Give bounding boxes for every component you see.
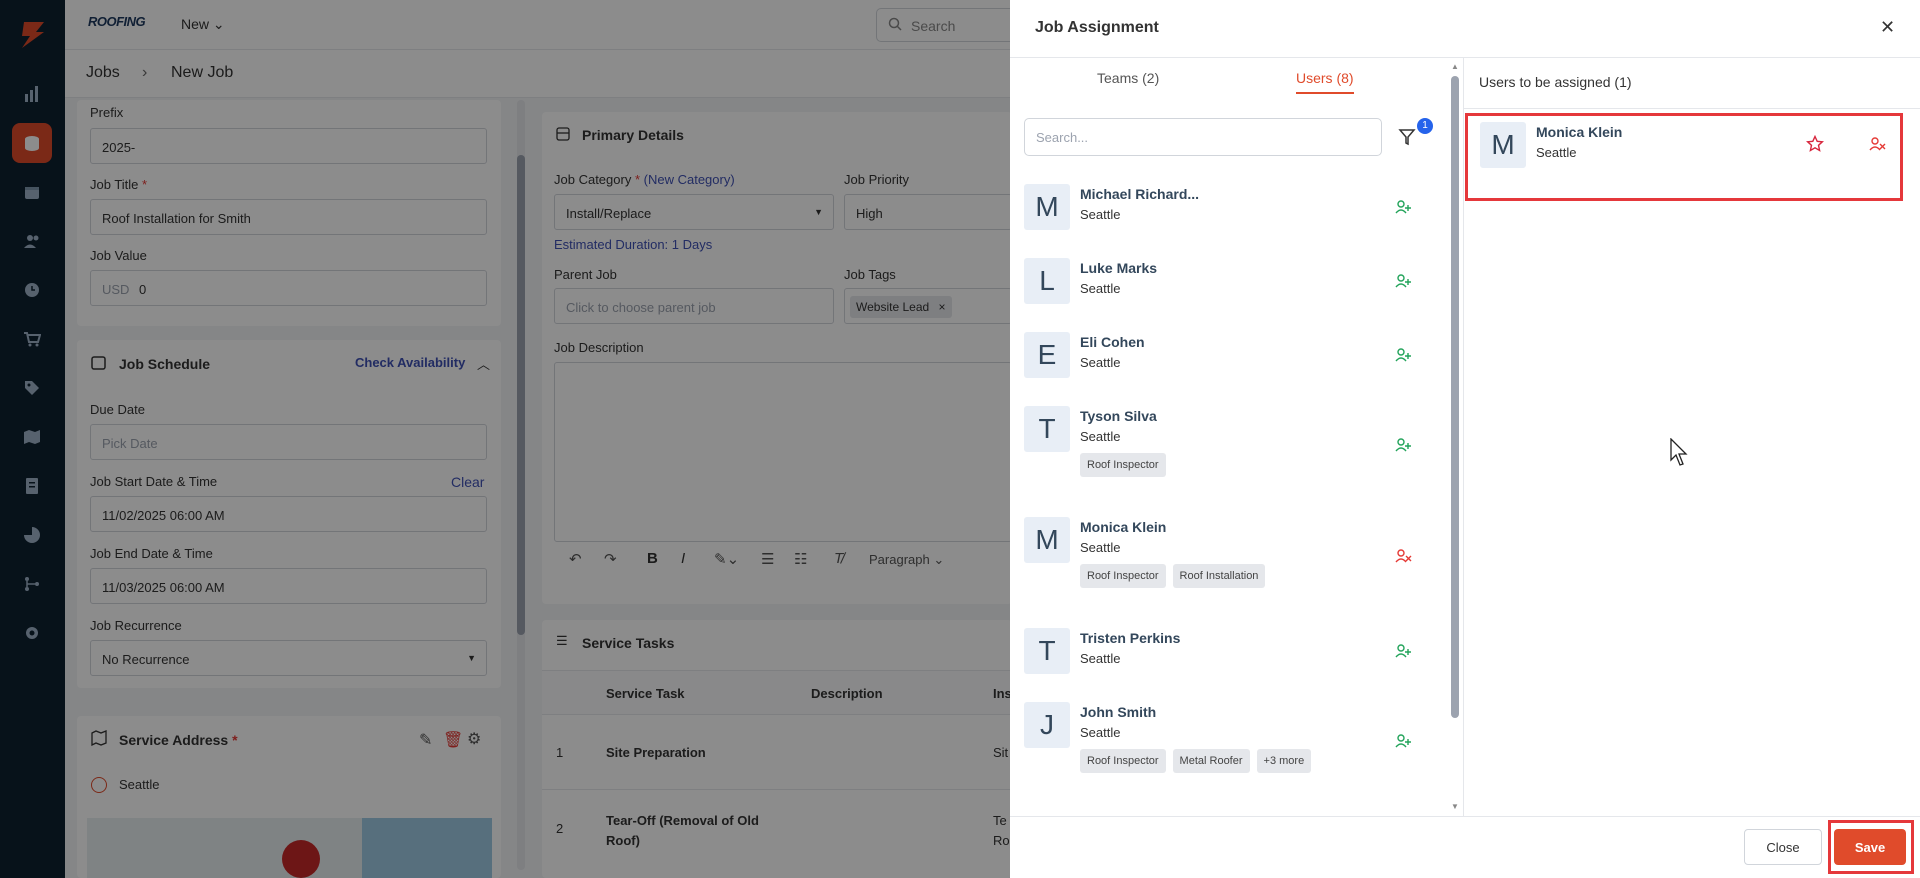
modal-title: Job Assignment xyxy=(1035,19,1159,36)
user-tags: Roof Inspector Roof Installation xyxy=(1080,564,1272,588)
user-location: Seattle xyxy=(1080,725,1121,740)
add-user-icon[interactable] xyxy=(1394,436,1412,454)
user-tags: Roof Inspector xyxy=(1080,453,1173,477)
skill-tag: Roof Inspector xyxy=(1080,453,1166,477)
user-name: Tyson Silva xyxy=(1080,408,1157,424)
close-icon[interactable]: ✕ xyxy=(1880,17,1895,38)
user-name: Luke Marks xyxy=(1080,260,1158,276)
filter-button[interactable]: 1 xyxy=(1394,118,1433,154)
user-tags: Roof Inspector Metal Roofer +3 more xyxy=(1080,749,1318,773)
skill-tag: Roof Inspector xyxy=(1080,749,1166,773)
add-user-icon[interactable] xyxy=(1394,732,1412,750)
more-tags[interactable]: +3 more xyxy=(1256,749,1312,773)
avatar: T xyxy=(1024,406,1070,452)
mouse-cursor-icon xyxy=(1670,438,1688,466)
user-name: Michael Richard... xyxy=(1080,186,1200,202)
remove-user-icon[interactable] xyxy=(1394,547,1412,565)
avatar: M xyxy=(1024,184,1070,230)
assigned-user-highlight xyxy=(1465,113,1903,201)
filter-count-badge: 1 xyxy=(1417,118,1433,134)
user-list-scrollbar[interactable]: ▲ ▼ xyxy=(1450,62,1460,814)
skill-tag: Roof Installation xyxy=(1172,564,1266,588)
save-button-highlight xyxy=(1828,820,1914,874)
user-search-input[interactable]: Search... xyxy=(1024,118,1382,156)
tab-users[interactable]: Users (8) xyxy=(1296,70,1354,94)
user-location: Seattle xyxy=(1080,540,1121,555)
assigned-header-divider xyxy=(1464,108,1920,109)
user-name: John Smith xyxy=(1080,704,1157,720)
user-list-scroll-thumb[interactable] xyxy=(1451,76,1459,718)
filter-icon xyxy=(1398,128,1416,151)
avatar: L xyxy=(1024,258,1070,304)
footer-divider xyxy=(1010,816,1920,817)
add-user-icon[interactable] xyxy=(1394,346,1412,364)
scroll-down-icon[interactable]: ▼ xyxy=(1451,802,1459,811)
user-name: Eli Cohen xyxy=(1080,334,1145,350)
user-location: Seattle xyxy=(1080,355,1121,370)
user-location: Seattle xyxy=(1080,429,1121,444)
skill-tag: Metal Roofer xyxy=(1172,749,1250,773)
skill-tag: Roof Inspector xyxy=(1080,564,1166,588)
panel-divider xyxy=(1463,58,1464,816)
user-location: Seattle xyxy=(1080,281,1121,296)
avatar: M xyxy=(1024,517,1070,563)
user-location: Seattle xyxy=(1080,207,1121,222)
user-location: Seattle xyxy=(1080,651,1121,666)
tab-teams[interactable]: Teams (2) xyxy=(1097,70,1159,86)
user-name: Tristen Perkins xyxy=(1080,630,1181,646)
assigned-header: Users to be assigned (1) xyxy=(1479,74,1632,90)
scroll-up-icon[interactable]: ▲ xyxy=(1451,62,1459,71)
modal-backdrop[interactable] xyxy=(0,0,1010,878)
add-user-icon[interactable] xyxy=(1394,272,1412,290)
avatar: T xyxy=(1024,628,1070,674)
add-user-icon[interactable] xyxy=(1394,642,1412,660)
user-name: Monica Klein xyxy=(1080,519,1167,535)
avatar: E xyxy=(1024,332,1070,378)
add-user-icon[interactable] xyxy=(1394,198,1412,216)
modal-header: Job Assignment ✕ xyxy=(1010,0,1920,58)
avatar: J xyxy=(1024,702,1070,748)
close-button[interactable]: Close xyxy=(1744,829,1822,865)
